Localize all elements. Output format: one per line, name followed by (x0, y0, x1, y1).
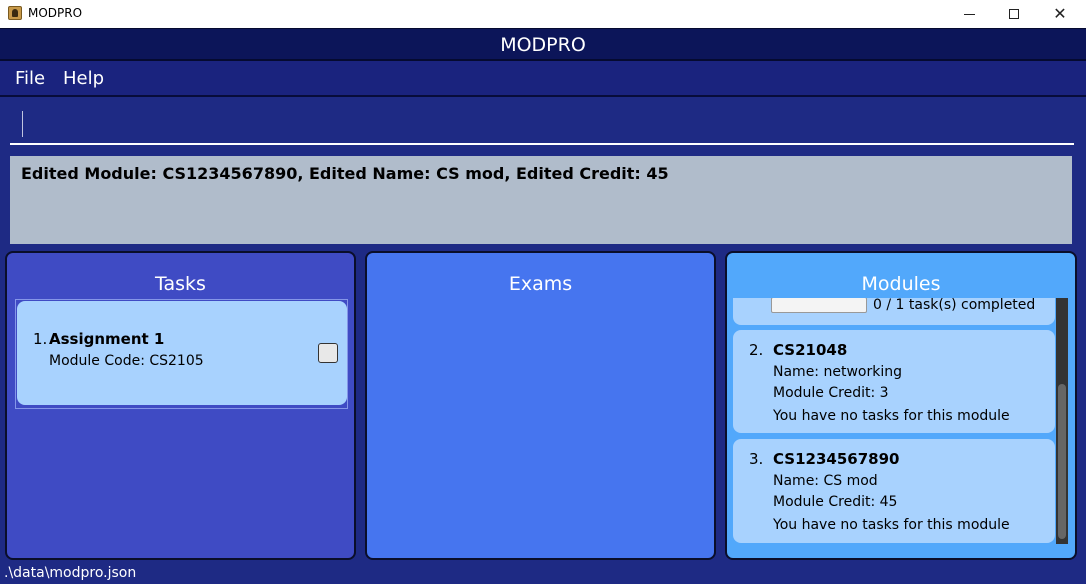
close-icon: ✕ (1053, 4, 1067, 23)
tasks-panel-title: Tasks (155, 273, 206, 295)
maximize-icon (1009, 9, 1019, 19)
module-scrollbar-thumb[interactable] (1058, 384, 1066, 539)
module-list[interactable]: 0 / 1 task(s) completed 2. CS21048 Name:… (733, 298, 1073, 548)
task-done-checkbox[interactable] (318, 343, 338, 363)
result-display: Edited Module: CS1234567890, Edited Name… (10, 156, 1072, 244)
task-card[interactable]: 1. Assignment 1 Module Code: CS2105 (17, 301, 347, 405)
app-header: MODPRO (0, 28, 1086, 61)
close-button[interactable]: ✕ (1037, 0, 1083, 28)
exams-panel-title: Exams (508, 273, 573, 295)
module-tasks-status: You have no tasks for this module (773, 517, 1010, 533)
module-progress-bar (771, 298, 867, 313)
maximize-button[interactable] (991, 0, 1037, 28)
minimize-icon (963, 13, 975, 15)
module-tasks-status: You have no tasks for this module (773, 408, 1010, 424)
module-index: 3. (749, 450, 764, 468)
exams-panel: Exams (365, 251, 716, 560)
modules-panel-title: Modules (861, 273, 941, 295)
window-title: MODPRO (28, 6, 83, 20)
module-name: Name: CS mod (773, 473, 878, 489)
menu-file[interactable]: File (15, 68, 45, 89)
menu-bar: File Help (0, 61, 1086, 97)
task-index: 1. (33, 330, 48, 348)
modules-panel: Modules 0 / 1 task(s) completed 2. CS210… (725, 251, 1077, 560)
os-titlebar: MODPRO ✕ (0, 0, 1086, 28)
module-card[interactable]: 2. CS21048 Name: networking Module Credi… (733, 330, 1055, 433)
module-card[interactable]: 3. CS1234567890 Name: CS mod Module Cred… (733, 439, 1055, 543)
text-caret (22, 111, 23, 137)
module-code: CS1234567890 (773, 450, 900, 468)
module-name: Name: networking (773, 364, 902, 380)
app-icon (8, 6, 22, 20)
command-input[interactable] (10, 105, 1074, 145)
minimize-button[interactable] (946, 0, 992, 28)
module-credit: Module Credit: 3 (773, 385, 889, 401)
module-progress-text: 0 / 1 task(s) completed (873, 298, 1036, 313)
app-title: MODPRO (500, 34, 586, 56)
task-module-code: Module Code: CS2105 (49, 353, 204, 369)
module-code: CS21048 (773, 341, 848, 359)
module-credit: Module Credit: 45 (773, 494, 898, 510)
task-list[interactable]: 1. Assignment 1 Module Code: CS2105 (15, 299, 348, 409)
task-name: Assignment 1 (49, 330, 165, 348)
module-index: 2. (749, 341, 764, 359)
tasks-panel: Tasks 1. Assignment 1 Module Code: CS210… (5, 251, 356, 560)
module-card[interactable]: 0 / 1 task(s) completed (733, 298, 1055, 325)
status-bar-path: .\data\modpro.json (0, 563, 1086, 584)
menu-help[interactable]: Help (63, 68, 104, 89)
